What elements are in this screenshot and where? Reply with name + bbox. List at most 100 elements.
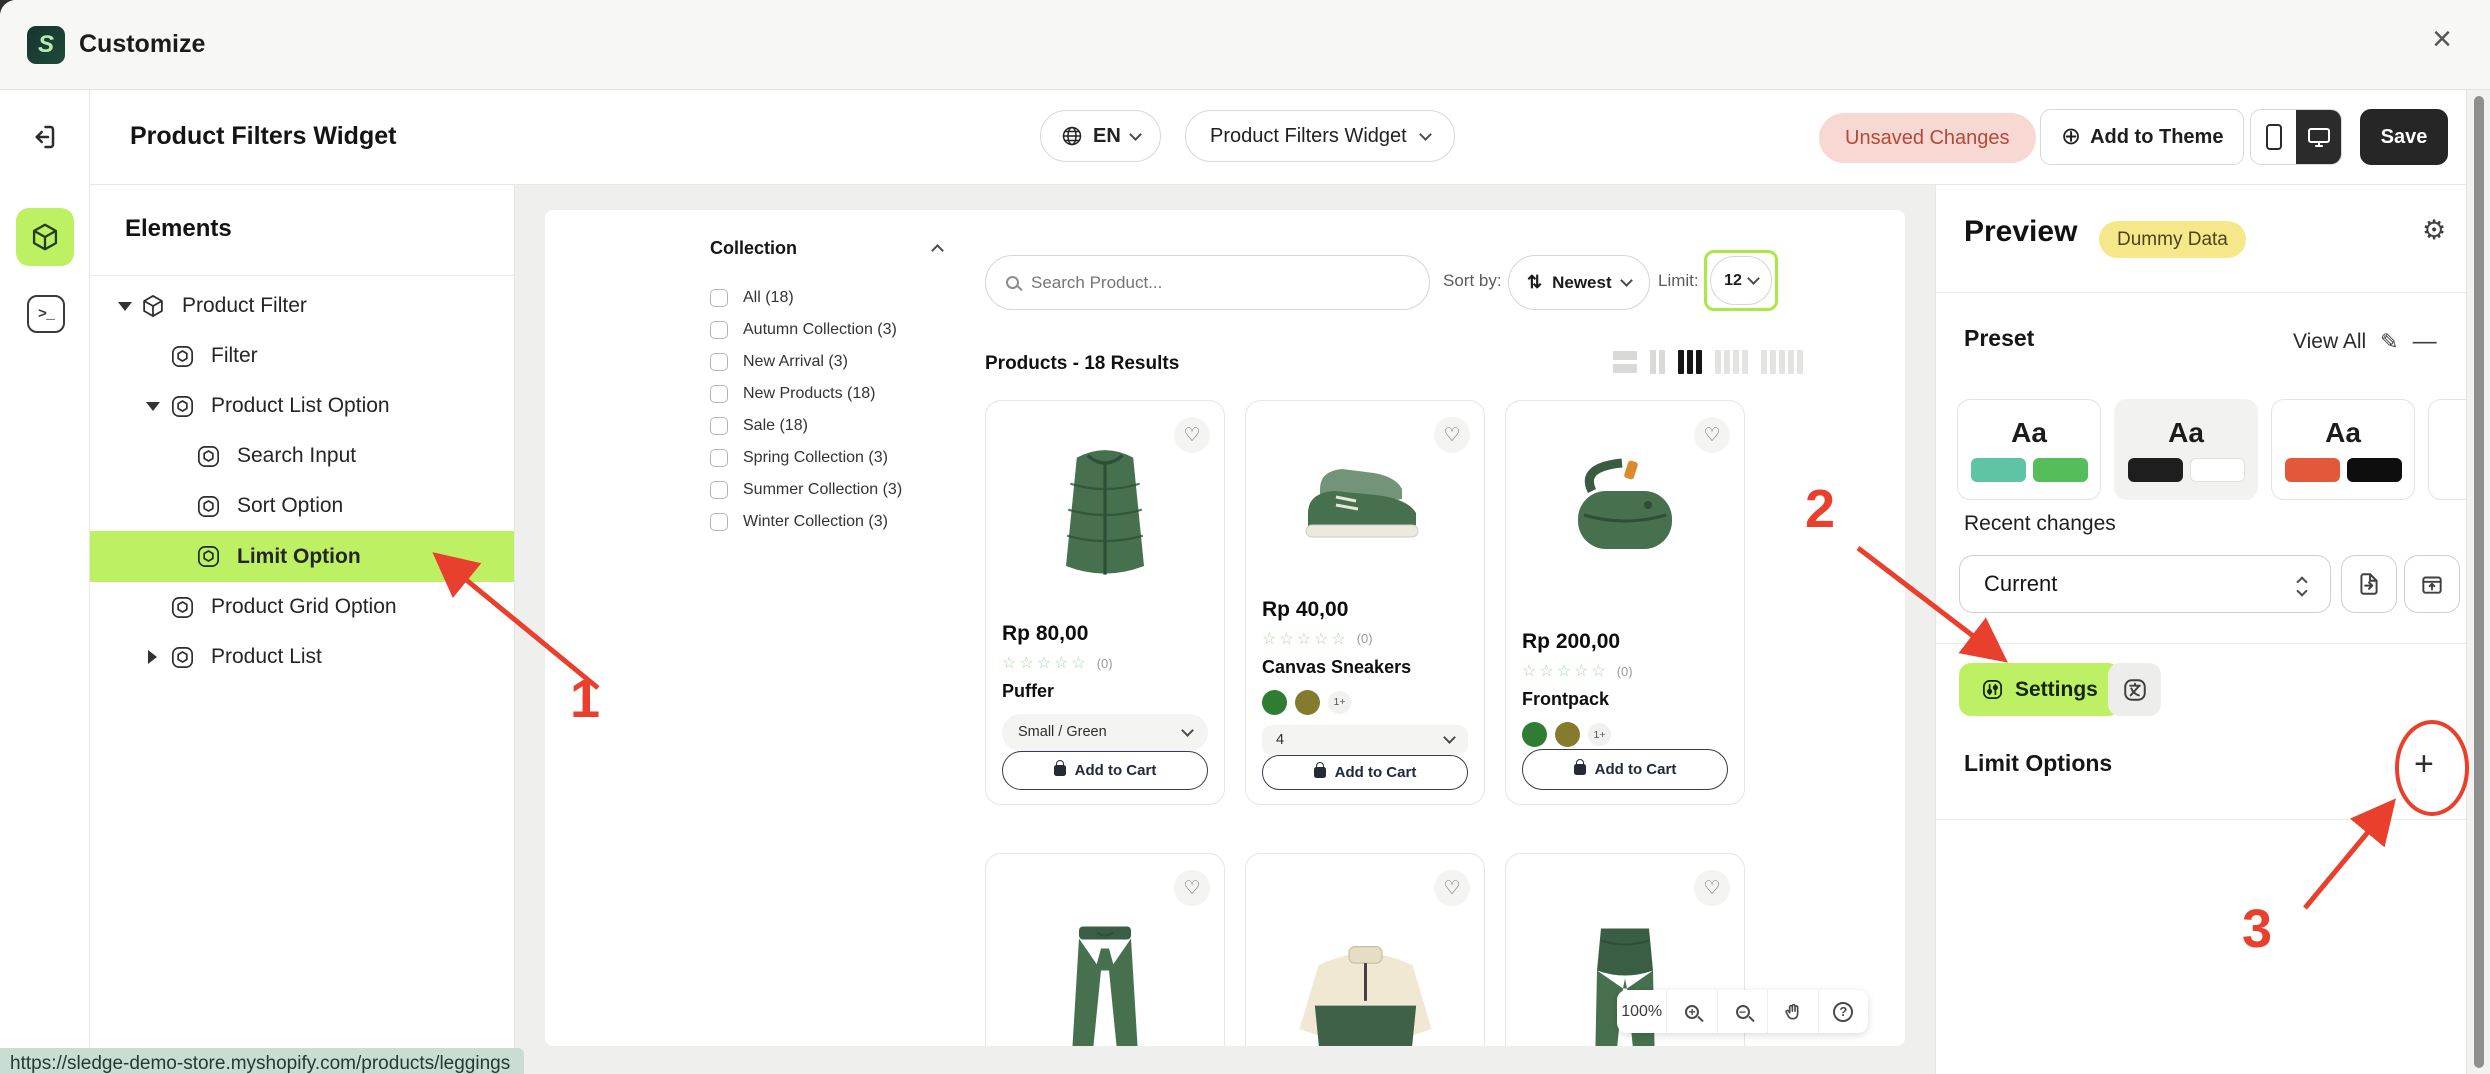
add-to-cart-button[interactable]: Add to Cart [1262, 755, 1468, 790]
tree-item-product-grid-option[interactable]: Product Grid Option [90, 582, 514, 632]
caret-right-icon[interactable] [148, 650, 157, 664]
pan-hand-button[interactable] [1768, 990, 1818, 1033]
elements-tab-button[interactable] [16, 208, 74, 266]
checkbox[interactable] [710, 289, 728, 307]
wishlist-heart-icon[interactable]: ♡ [1434, 870, 1470, 906]
zoom-in-button[interactable]: + [1667, 990, 1717, 1033]
search-input[interactable] [1031, 273, 1371, 293]
preset-card-partial[interactable]: Aa [2428, 399, 2466, 500]
recent-changes-select[interactable]: Current [1959, 555, 2331, 613]
import-history-button[interactable] [2341, 555, 2397, 613]
checkbox[interactable] [710, 449, 728, 467]
add-to-cart-button[interactable]: Add to Cart [1002, 751, 1208, 790]
widget-select-dropdown[interactable]: Product Filters Widget [1185, 110, 1455, 162]
color-swatch-green[interactable] [1262, 690, 1287, 715]
preset-font-sample: Aa [2325, 417, 2361, 449]
chevron-down-icon [1443, 732, 1456, 745]
wishlist-heart-icon[interactable]: ♡ [1694, 870, 1730, 906]
four-column-view-icon[interactable] [1715, 350, 1748, 374]
desktop-preview-button[interactable] [2296, 110, 2341, 164]
help-button[interactable]: ? [1819, 990, 1868, 1033]
checkbox[interactable] [710, 513, 728, 531]
checkbox[interactable] [710, 353, 728, 371]
tree-item-product-filter[interactable]: Product Filter [90, 281, 514, 331]
variant-select[interactable]: Small / Green [1002, 714, 1208, 751]
terminal-icon[interactable]: >_ [27, 295, 65, 333]
rating-row: ☆☆☆☆☆ (0) [1522, 661, 1728, 681]
collection-checkbox-winter[interactable]: Winter Collection (3) [710, 513, 888, 531]
gear-icon[interactable]: ⚙ [2422, 215, 2446, 246]
page-scrollbar[interactable] [2466, 90, 2490, 1074]
language-dropdown[interactable]: EN [1040, 110, 1161, 162]
close-icon[interactable]: × [2432, 22, 2452, 56]
zoom-out-button[interactable]: − [1718, 990, 1768, 1033]
translation-tab-button[interactable] [2108, 663, 2161, 716]
tree-item-filter[interactable]: Filter [90, 331, 514, 381]
preset-card-orange[interactable]: Aa [2271, 399, 2415, 500]
chevron-up-icon[interactable] [931, 244, 944, 257]
wishlist-heart-icon[interactable]: ♡ [1174, 870, 1210, 906]
preset-swatch [2347, 458, 2402, 482]
two-column-view-icon[interactable] [1650, 350, 1665, 374]
collection-checkbox-sale[interactable]: Sale (18) [710, 417, 808, 435]
collection-checkbox-new-arrival[interactable]: New Arrival (3) [710, 353, 848, 371]
checkbox-label: New Arrival (3) [743, 353, 848, 371]
add-to-theme-button[interactable]: ⊕ Add to Theme [2040, 109, 2244, 165]
edit-pen-icon[interactable]: ✎ [2380, 329, 2398, 355]
product-card-canvas-sneakers: ♡ Rp 40,00 ☆☆☆☆☆ (0) Canvas Sneakers 1+ … [1245, 400, 1485, 805]
caret-down-icon[interactable] [146, 402, 160, 411]
collection-checkbox-all[interactable]: All (18) [710, 289, 794, 307]
preset-card-green[interactable]: Aa [1957, 399, 2101, 500]
tree-item-product-list[interactable]: Product List [90, 632, 514, 682]
checkbox[interactable] [710, 417, 728, 435]
exit-icon[interactable] [28, 122, 58, 152]
collection-checkbox-summer[interactable]: Summer Collection (3) [710, 481, 902, 499]
save-button[interactable]: Save [2360, 109, 2448, 165]
export-history-button[interactable] [2404, 555, 2460, 613]
collapse-minus-icon[interactable]: — [2413, 328, 2437, 356]
wishlist-heart-icon[interactable]: ♡ [1694, 417, 1730, 453]
element-node-icon [170, 645, 195, 670]
list-view-icon[interactable] [1613, 351, 1637, 373]
add-limit-option-button[interactable]: + [2414, 745, 2434, 784]
five-column-view-icon[interactable] [1761, 350, 1803, 374]
collection-checkbox-new-products[interactable]: New Products (18) [710, 385, 876, 403]
view-all-link[interactable]: View All [2293, 330, 2366, 354]
tree-item-label: Limit Option [237, 545, 361, 569]
limit-dropdown[interactable]: 12 [1710, 256, 1772, 305]
widget-select-value: Product Filters Widget [1210, 125, 1407, 148]
elements-panel: Elements Product Filter Filter [90, 185, 515, 1074]
caret-down-icon[interactable] [118, 302, 132, 311]
collection-checkbox-spring[interactable]: Spring Collection (3) [710, 449, 888, 467]
add-to-cart-label: Add to Cart [1595, 761, 1677, 778]
checkbox[interactable] [710, 481, 728, 499]
sort-dropdown[interactable]: ⇅ Newest [1508, 255, 1650, 310]
tree-item-search-input[interactable]: Search Input [90, 431, 514, 481]
more-swatches-badge[interactable]: 1+ [1328, 691, 1351, 714]
tree-item-limit-option-selected[interactable]: Limit Option [90, 531, 514, 582]
color-swatch-olive[interactable] [1555, 722, 1580, 747]
tree-item-product-list-option[interactable]: Product List Option [90, 381, 514, 431]
checkbox[interactable] [710, 321, 728, 339]
more-swatches-badge[interactable]: 1+ [1588, 723, 1611, 746]
scrollbar-thumb[interactable] [2474, 96, 2484, 1068]
add-to-cart-button[interactable]: Add to Cart [1522, 749, 1728, 790]
color-swatch-olive[interactable] [1295, 690, 1320, 715]
checkbox-label: Summer Collection (3) [743, 481, 902, 499]
wishlist-heart-icon[interactable]: ♡ [1174, 417, 1210, 453]
quantity-select[interactable]: 4 [1262, 725, 1468, 755]
left-rail: >_ [0, 90, 90, 1074]
collection-checkbox-autumn[interactable]: Autumn Collection (3) [710, 321, 897, 339]
tree-item-sort-option[interactable]: Sort Option [90, 481, 514, 531]
settings-tab-button[interactable]: Settings [1959, 663, 2120, 716]
preview-canvas: Collection All (18) Autumn Collection (3… [545, 210, 1905, 1046]
checkbox[interactable] [710, 385, 728, 403]
tree-item-label: Search Input [237, 444, 356, 468]
file-import-icon [2356, 571, 2382, 597]
product-search-field[interactable] [985, 255, 1430, 310]
preset-card-dark-selected[interactable]: Aa [2114, 399, 2258, 500]
mobile-preview-button[interactable] [2251, 110, 2296, 164]
wishlist-heart-icon[interactable]: ♡ [1434, 417, 1470, 453]
color-swatch-green[interactable] [1522, 722, 1547, 747]
three-column-view-icon[interactable] [1678, 350, 1702, 374]
